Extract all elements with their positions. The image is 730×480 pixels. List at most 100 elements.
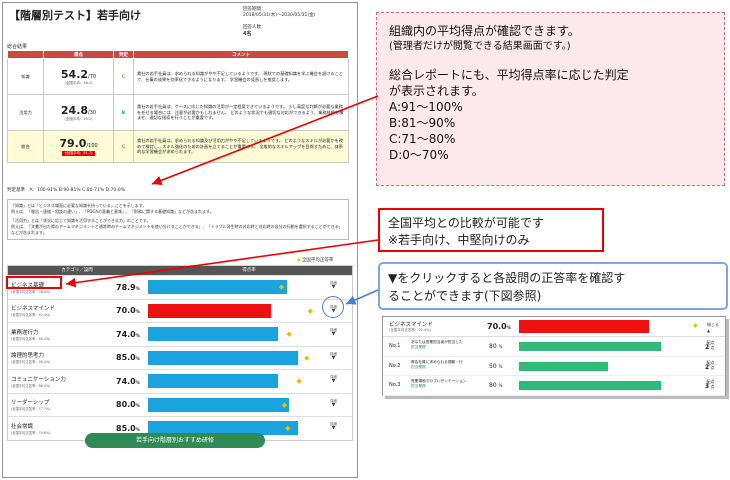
close-toggle[interactable]: 閉じる ▲ (707, 322, 719, 333)
category-name: 業務遂行力 (11, 329, 39, 336)
question-pct-number: 50 (489, 362, 497, 370)
callout-detail: ▼をクリックすると各設問の正答率を確認す ることができます(下図参照) (378, 262, 728, 310)
category-value: 85.0% (116, 424, 148, 433)
pct-sign: % (135, 356, 140, 362)
category-name: コミュニケーション力 (11, 376, 66, 383)
category-avg: (全国平均正答率：76.0%) (11, 289, 51, 294)
pct-sign: % (498, 363, 503, 369)
highlight-box (6, 276, 62, 289)
note-line: 例えば、「報告・連絡・相談の違い」、「PDCAの意義と意味」、「財務に関する基礎… (11, 209, 214, 214)
grade-criteria: 判定基準 A：100-91% B:90-81% C:80-71% D:70-0% (7, 188, 126, 193)
question-no: No.2 (389, 362, 401, 369)
question-tag: 担当業務 (411, 384, 426, 388)
question-text-line: 教会社員に求められる規範・行 (411, 359, 463, 364)
row-score: 54.2/70 (全国平均：56.1) (43, 58, 114, 95)
category-name: 論理的思考力 (11, 353, 45, 360)
question-pct-number: 80 (489, 382, 497, 389)
col-rate: 得点率 (242, 268, 256, 273)
category-value: 74.0% (116, 377, 148, 386)
col-category: カテゴリ／設問 (61, 268, 93, 273)
bar-track: ◆ (148, 280, 324, 295)
pct-sign: % (135, 332, 140, 338)
period-label: 回答期間： (243, 7, 266, 12)
score-max: /30 (88, 109, 97, 116)
score-unit: 点 (710, 345, 715, 350)
note-line: B:81～90% (389, 116, 456, 130)
pct-sign: % (498, 344, 503, 349)
score-value: 24.8 (60, 103, 89, 117)
bar-track: ◆ (148, 350, 324, 365)
pct-sign: % (135, 426, 140, 432)
detail-toggle[interactable]: 詳細 ▼ (330, 422, 337, 431)
report-document: 【階層別テスト】若手向け 回答期間： 2018/05/31(木)～2030/05… (2, 2, 358, 478)
table-row: 知識 54.2/70 (全国平均：56.1) C 貴社の若手社員は、求められる知… (7, 58, 349, 95)
row-score: 24.8/30 (全国平均：25.1) (43, 94, 114, 131)
category-bar (148, 327, 279, 342)
question-pct: 80 % (489, 382, 502, 389)
diamond-icon: ◆ (281, 400, 288, 409)
question-text: あなたは営業担当者が担当した 担当業務 (411, 340, 475, 350)
detail-toggle[interactable]: 詳細 ▼ (330, 399, 337, 408)
note-line (389, 55, 712, 67)
diamond-icon: ◆ (304, 353, 310, 362)
category-name-cell: リーダーシップ (全国平均正答率：77.7%) (8, 398, 116, 411)
row-score: 79.0/100 (全国平均：81.7) (43, 130, 114, 163)
category-avg: (全国平均正答率：80.4%) (11, 336, 51, 341)
category-value-number: 85.0 (116, 423, 136, 433)
category-value-number: 74.0 (116, 376, 136, 386)
category-bar (148, 350, 298, 365)
table-row: No.1 あなたは営業担当者が担当した 担当業務 80 % 配点 2 点 (383, 337, 725, 357)
row-comment: 貴社の若手社員は、求められる知識及び活用力がやや不足しているようです。 どのよう… (133, 130, 349, 163)
bar-track: ◆ (148, 397, 324, 412)
category-value: 85.0% (116, 353, 148, 362)
note-line: 例えば、「文書が出た際のチームマネジメントと通常時のチームマネジメントを使い分け… (11, 224, 343, 235)
legend-label: 全国平均正答率 (301, 258, 334, 263)
close-label: 閉じる (707, 322, 719, 327)
category-name-cell: 業務遂行力 (全国平均正答率：80.4%) (8, 328, 116, 341)
score-avg: (全国平均：25.1) (64, 116, 93, 121)
detail-toggle[interactable]: 詳細 ▼ (330, 281, 337, 290)
callout-compare: 全国平均との比較が可能です ※若手向け、中堅向けのみ (378, 208, 604, 252)
question-text-line: あなたは営業担当者が担当した (411, 340, 463, 344)
callout-line: ▼をクリックすると各設問の正答率を確認す (388, 271, 626, 285)
question-pct: 80 % (489, 343, 502, 350)
question-text: 営業場面でのプレゼンテーション 担当業務 (411, 379, 475, 389)
list-item: コミュニケーション力 (全国平均正答率：86.0%) 74.0% ◆ 詳細 ▼ (8, 369, 352, 393)
detail-toggle[interactable]: 詳細 ▼ (330, 352, 337, 361)
diamond-icon: ◆ (693, 322, 698, 329)
category-avg: (全国平均正答率：86.0%) (11, 383, 51, 388)
note-line: 総合レポートにも、平均得点率に応じた判定 (389, 68, 629, 82)
period-value: 2018/05/31(木)～2030/05/31(金) (243, 13, 316, 18)
callout-line: ※若手向け、中堅向けのみ (388, 233, 530, 247)
question-bar (519, 342, 662, 351)
detail-inset: ビジネスマインド (全国平均正答率：92.4%) 70.0% ◆ 閉じる ▲ No… (382, 316, 726, 396)
respondents-value: 4名 (243, 31, 252, 37)
category-avg: (全国平均正答率：77.7%) (11, 407, 51, 412)
row-category: 知識 (7, 58, 44, 95)
avg-legend: ◆ 全国平均正答率 (297, 257, 333, 263)
list-item: 業務遂行力 (全国平均正答率：80.4%) 74.0% ◆ 詳細 ▼ (8, 322, 352, 346)
detail-toggle[interactable]: 詳細 ▼ (330, 375, 337, 384)
table-row: No.3 営業場面でのプレゼンテーション 担当業務 80 % 配点 3 点 (383, 376, 725, 396)
list-item: リーダーシップ (全国平均正答率：77.7%) 80.0% ◆ 詳細 ▼ (8, 392, 352, 417)
score-unit: 点 (710, 364, 715, 370)
header-score: 得点 (43, 50, 114, 59)
diamond-icon: ◆ (278, 283, 285, 292)
pct-sign: % (135, 403, 140, 409)
category-bar (148, 374, 279, 389)
note-line: (管理者だけが閲覧できる結果画面です。) (389, 41, 571, 52)
category-name: 社会常識 (11, 423, 34, 430)
question-no: No.3 (389, 382, 401, 388)
inset-category-name: ビジネスマインド (389, 322, 433, 328)
inset-bar (519, 320, 650, 333)
score-value: 54.2 (60, 67, 89, 81)
grade-badge: C (113, 130, 134, 163)
highlight-circle (322, 296, 344, 318)
category-value-number: 80.0 (116, 400, 136, 410)
callout-line: ることができます(下図参照) (388, 289, 542, 303)
detail-toggle[interactable]: 詳細 ▼ (330, 328, 337, 337)
score-table: 得点 判定 コメント 知識 54.2/70 (全国平均：56.1) C 貴社の若… (7, 50, 349, 163)
category-value-number: 85.0 (116, 353, 136, 363)
recommend-training-button[interactable]: 若手向け階層別おすすめ研修 (85, 433, 265, 448)
note-line: A:91～100% (389, 100, 463, 114)
